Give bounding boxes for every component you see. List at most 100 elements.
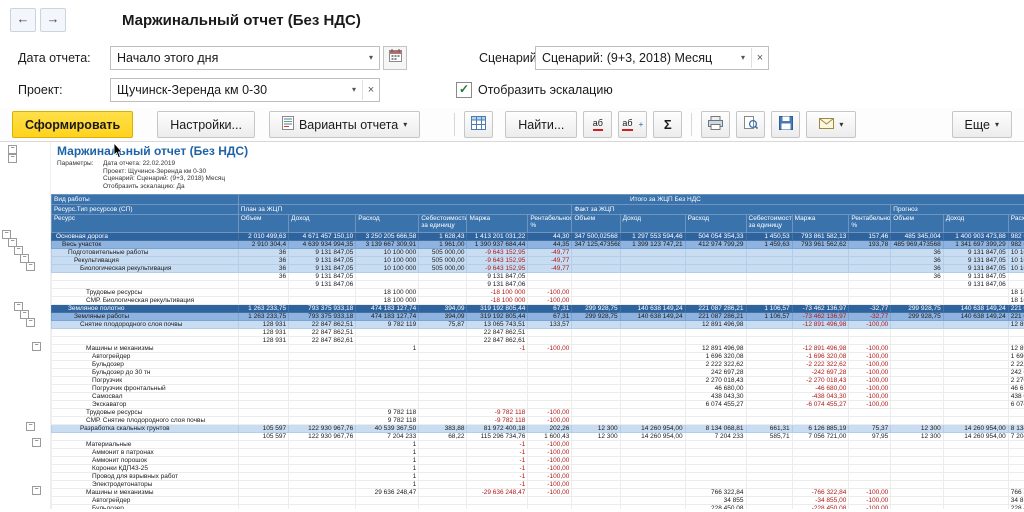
grid-cell[interactable]: 9 131 847,06 (289, 281, 356, 289)
grid-cell[interactable]: 505 000,00 (419, 265, 467, 273)
grid-cell[interactable]: 1 106,57 (746, 305, 792, 313)
grid-cell[interactable] (620, 329, 685, 337)
grid-cell[interactable] (943, 473, 1008, 481)
grid-cell[interactable] (746, 273, 792, 281)
grid-cell[interactable] (943, 289, 1008, 297)
grid-cell[interactable] (685, 481, 746, 489)
grid-header-cell[interactable]: Рентабельность, % (528, 215, 572, 233)
grid-cell[interactable]: 485 969,473568 (891, 241, 943, 249)
grid-cell[interactable] (419, 361, 467, 369)
grid-cell[interactable] (572, 281, 620, 289)
grid-cell[interactable] (572, 353, 620, 361)
grid-cell[interactable] (238, 441, 288, 449)
grid-cell[interactable] (419, 345, 467, 353)
grid-cell[interactable] (943, 409, 1008, 417)
grid-cell[interactable] (238, 457, 288, 465)
grid-cell[interactable] (685, 297, 746, 305)
save-button[interactable] (771, 111, 800, 138)
grid-header-cell[interactable]: Вид работы (52, 195, 239, 205)
grid-cell[interactable] (620, 353, 685, 361)
grid-cell[interactable] (419, 353, 467, 361)
grid-cell[interactable]: 140 638 149,24 (620, 305, 685, 313)
grid-cell[interactable] (238, 505, 288, 510)
grid-cell[interactable] (943, 481, 1008, 489)
grid-cell[interactable] (943, 377, 1008, 385)
grid-cell[interactable]: 299 928,75 (891, 305, 943, 313)
grid-cell[interactable] (943, 465, 1008, 473)
grid-cell[interactable]: 12 891 4 (1008, 345, 1024, 353)
grid-cell[interactable]: -438 043,30 (792, 393, 849, 401)
grid-cell[interactable] (746, 497, 792, 505)
grid-cell[interactable] (356, 497, 419, 505)
grid-cell[interactable]: 1 297 553 594,46 (620, 233, 685, 241)
grid-cell[interactable] (891, 377, 943, 385)
grid-cell[interactable]: 7 056 721,00 (792, 433, 849, 441)
grid-cell[interactable]: 14 260 954,00 (943, 433, 1008, 441)
grid-cell[interactable]: 18 100 0 (1008, 297, 1024, 305)
grid-cell[interactable]: 12 891 496,98 (685, 321, 746, 329)
grid-header-cell[interactable]: Доход (943, 215, 1008, 233)
grid-header-cell[interactable]: Объем (891, 215, 943, 233)
grid-cell[interactable]: 505 000,00 (419, 257, 467, 265)
grid-header-cell[interactable]: Маржа (792, 215, 849, 233)
grid-cell[interactable]: 6 074 4 (1008, 401, 1024, 409)
grid-cell[interactable]: 128 931 (238, 337, 288, 345)
grid-cell[interactable] (419, 337, 467, 345)
grid-cell[interactable] (685, 289, 746, 297)
grid-row-label[interactable]: Электродетонаторы (52, 481, 239, 489)
grid-cell[interactable]: 46 680,00 (685, 385, 746, 393)
grid-cell[interactable]: 1 (356, 473, 419, 481)
grid-cell[interactable]: -73 462 136,97 (792, 313, 849, 321)
grid-cell[interactable] (746, 329, 792, 337)
grid-header-cell[interactable]: Расход (685, 215, 746, 233)
grid-cell[interactable]: 122 930 967,76 (289, 425, 356, 433)
grid-cell[interactable] (289, 385, 356, 393)
grid-cell[interactable] (891, 369, 943, 377)
grid-cell[interactable] (620, 497, 685, 505)
grid-cell[interactable]: -100,00 (528, 473, 572, 481)
grid-cell[interactable] (891, 329, 943, 337)
grid-cell[interactable] (849, 297, 891, 305)
grid-cell[interactable]: 122 930 967,76 (289, 433, 356, 441)
grid-cell[interactable] (792, 481, 849, 489)
grid-cell[interactable]: 14 260 954,00 (943, 425, 1008, 433)
grid-cell[interactable]: -100,00 (528, 417, 572, 425)
grid-cell[interactable] (943, 385, 1008, 393)
grid-cell[interactable] (528, 281, 572, 289)
grid-cell[interactable] (792, 281, 849, 289)
grid-row-label[interactable]: Трудовые ресурсы (52, 289, 239, 297)
grid-cell[interactable] (620, 297, 685, 305)
print-button[interactable] (701, 111, 730, 138)
grid-cell[interactable]: 9 131 847,06 (467, 281, 528, 289)
grid-cell[interactable] (849, 417, 891, 425)
grid-row-label[interactable]: Основная дорога (52, 233, 239, 241)
grid-cell[interactable]: -100,00 (528, 449, 572, 457)
grid-cell[interactable]: 9 131 847,05 (943, 249, 1008, 257)
grid-cell[interactable] (792, 449, 849, 457)
grid-cell[interactable] (746, 449, 792, 457)
grid-cell[interactable] (419, 481, 467, 489)
grid-cell[interactable]: 228 450,08 (685, 505, 746, 510)
grid-cell[interactable] (419, 473, 467, 481)
grid-cell[interactable]: 474 183 127,74 (356, 313, 419, 321)
grid-cell[interactable]: 44,30 (528, 233, 572, 241)
grid-cell[interactable] (289, 473, 356, 481)
grid-cell[interactable] (620, 441, 685, 449)
grid-cell[interactable]: -100,00 (528, 441, 572, 449)
grid-cell[interactable]: 319 192 805,44 (467, 313, 528, 321)
grid-cell[interactable] (289, 361, 356, 369)
escalation-checkbox[interactable]: ✓ Отобразить эскалацию (456, 82, 613, 98)
grid-cell[interactable] (572, 265, 620, 273)
grid-cell[interactable]: -100,00 (528, 465, 572, 473)
grid-cell[interactable] (289, 465, 356, 473)
grid-cell[interactable]: 36 (891, 273, 943, 281)
grid-row-label[interactable]: Погрузчик фронтальный (52, 385, 239, 393)
grid-cell[interactable]: 7 204 233 (685, 433, 746, 441)
grid-cell[interactable] (356, 401, 419, 409)
project-dropdown-icon[interactable]: ▾ (346, 80, 362, 100)
grid-cell[interactable]: 1 (356, 481, 419, 489)
grid-cell[interactable]: 14 260 954,00 (620, 425, 685, 433)
grid-cell[interactable] (572, 257, 620, 265)
grid-cell[interactable] (685, 417, 746, 425)
project-clear-icon[interactable]: × (362, 80, 379, 100)
